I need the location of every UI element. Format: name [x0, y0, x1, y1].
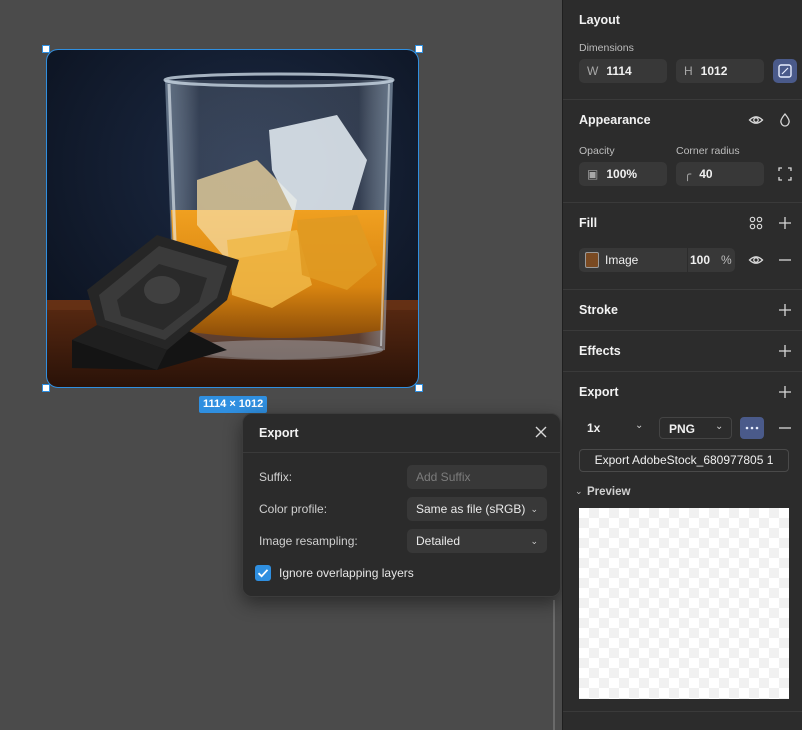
aspect-lock-icon — [778, 64, 792, 78]
ignore-overlap-label: Ignore overlapping layers — [279, 566, 414, 580]
styles-grid-icon[interactable] — [748, 215, 764, 231]
chevron-down-icon: ⌄ — [530, 536, 538, 546]
resize-handle-bottom-left[interactable] — [42, 384, 50, 392]
suffix-input[interactable]: Add Suffix — [407, 465, 547, 489]
resampling-select[interactable]: Detailed ⌄ — [407, 529, 547, 553]
height-value: 1012 — [700, 64, 728, 78]
export-scale-select[interactable]: 1x ⌄ — [573, 413, 649, 443]
color-profile-select[interactable]: Same as file (sRGB) ⌄ — [407, 497, 547, 521]
appearance-section: Appearance Opacity Corner radius ▣ 100% ╭… — [563, 100, 802, 203]
corner-radius-label: Corner radius — [676, 145, 740, 157]
export-button[interactable]: Export AdobeStock_680977805 1 — [579, 449, 789, 472]
layout-title: Layout — [579, 13, 620, 27]
color-profile-value: Same as file (sRGB) — [416, 502, 526, 516]
suffix-label: Suffix: — [259, 470, 293, 484]
effects-title: Effects — [579, 344, 621, 358]
remove-fill-icon[interactable] — [777, 252, 793, 268]
close-icon[interactable] — [534, 425, 548, 439]
corner-radius-icon: ╭ — [684, 167, 692, 181]
add-effect-icon[interactable] — [777, 343, 793, 359]
chevron-down-icon[interactable]: ⌄ — [575, 486, 583, 497]
dialog-title: Export — [259, 426, 299, 440]
opacity-label: Opacity — [579, 145, 615, 157]
corner-radius-value: 40 — [699, 167, 713, 181]
fill-type-label: Image — [605, 253, 639, 267]
dimensions-badge: 1114 × 1012 — [199, 396, 268, 413]
export-format-select[interactable]: PNG ⌄ — [659, 417, 732, 439]
resampling-value: Detailed — [416, 534, 461, 548]
opacity-input[interactable]: ▣ 100% — [579, 162, 667, 186]
fill-opacity-unit: % — [721, 253, 732, 267]
independent-corners-icon[interactable] — [777, 166, 793, 182]
resize-handle-bottom-right[interactable] — [415, 384, 423, 392]
properties-panel: Layout Dimensions W 1114 H 1012 Appearance… — [562, 0, 802, 730]
eye-icon[interactable] — [748, 252, 764, 268]
opacity-icon: ▣ — [587, 167, 599, 181]
fill-opacity-value: 100 — [690, 253, 711, 267]
resize-handle-top-right[interactable] — [415, 45, 423, 53]
appearance-title: Appearance — [579, 113, 651, 127]
canvas[interactable]: 1114 × 1012 — [0, 0, 562, 730]
height-prefix: H — [684, 64, 693, 78]
constrain-proportions-button[interactable] — [773, 59, 797, 83]
export-options-button[interactable] — [740, 417, 764, 439]
height-input[interactable]: H 1012 — [676, 59, 764, 83]
chevron-down-icon: ⌄ — [715, 421, 724, 432]
checkmark-icon — [257, 569, 269, 578]
effects-section: Effects — [563, 331, 802, 372]
fill-section: Fill Image 100 % — [563, 203, 802, 290]
dialog-divider — [243, 452, 560, 453]
width-input[interactable]: W 1114 — [579, 59, 667, 83]
selection-outline — [46, 49, 419, 388]
export-preview — [579, 508, 789, 699]
fill-title: Fill — [579, 216, 598, 230]
corner-radius-input[interactable]: ╭ 40 — [676, 162, 764, 186]
remove-export-icon[interactable] — [777, 420, 793, 436]
eye-icon[interactable] — [748, 112, 764, 128]
resampling-label: Image resampling: — [259, 534, 358, 548]
dimensions-label: Dimensions — [579, 42, 634, 54]
more-options-icon — [745, 426, 759, 430]
stroke-title: Stroke — [579, 303, 618, 317]
opacity-value: 100% — [606, 167, 638, 181]
preview-label[interactable]: Preview — [587, 486, 630, 498]
fill-image-row[interactable]: Image 100 % — [579, 248, 735, 272]
image-thumbnail — [585, 252, 599, 268]
export-scale-value: 1x — [587, 421, 601, 435]
export-settings-dialog: Export Suffix: Add Suffix Color profile:… — [242, 413, 561, 597]
layout-section: Layout Dimensions W 1114 H 1012 — [563, 0, 802, 100]
width-prefix: W — [587, 64, 599, 78]
stroke-section: Stroke — [563, 290, 802, 331]
blend-mode-drop-icon[interactable] — [777, 112, 793, 128]
chevron-down-icon: ⌄ — [530, 504, 538, 514]
canvas-divider — [553, 600, 555, 730]
add-export-icon[interactable] — [777, 384, 793, 400]
export-format-value: PNG — [669, 422, 696, 436]
width-value: 1114 — [606, 64, 632, 78]
export-title: Export — [579, 385, 619, 399]
ignore-overlap-checkbox[interactable] — [255, 565, 271, 581]
chevron-down-icon: ⌄ — [635, 420, 644, 431]
add-stroke-icon[interactable] — [777, 302, 793, 318]
resize-handle-top-left[interactable] — [42, 45, 50, 53]
color-profile-label: Color profile: — [259, 502, 328, 516]
add-fill-icon[interactable] — [777, 215, 793, 231]
